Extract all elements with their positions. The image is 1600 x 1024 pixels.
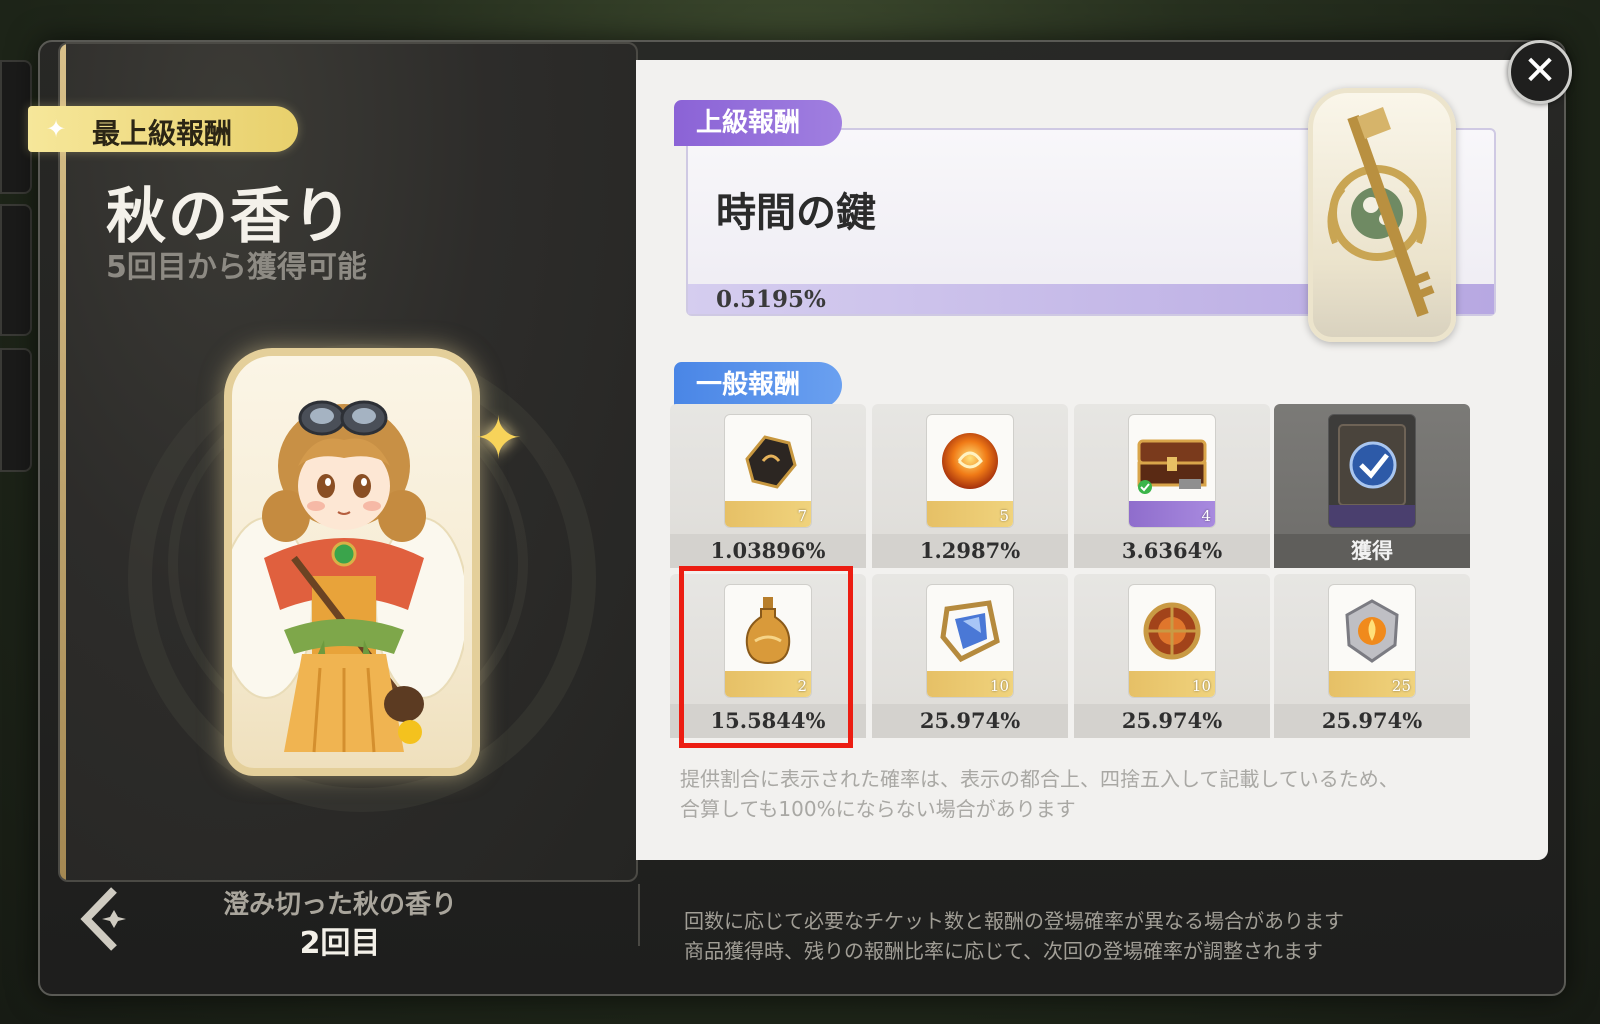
- blue-gem-cage-icon: [940, 600, 1000, 663]
- reward-percent: 25.974%: [872, 704, 1068, 738]
- reward-card: 10: [1128, 584, 1216, 698]
- reward-tile[interactable]: 5 1.2987%: [872, 404, 1068, 568]
- fire-orb-icon: [942, 433, 998, 489]
- reward-subtitle: 5回目から獲得可能: [106, 250, 367, 285]
- reward-tile[interactable]: 4 3.6364%: [1074, 404, 1270, 568]
- reward-qty: 5: [999, 507, 1009, 525]
- reward-card: 10: [926, 584, 1014, 698]
- reward-card: 5: [926, 414, 1014, 528]
- fire-crest-icon: [1345, 599, 1399, 663]
- tier-badge-label: 最上級報酬: [92, 117, 233, 150]
- reward-tile[interactable]: 25 25.974%: [1274, 574, 1470, 738]
- general-section-label: 一般報酬: [674, 362, 842, 408]
- character-card: [224, 348, 480, 776]
- reward-percent: 1.03896%: [670, 534, 866, 568]
- reward-qty: 7: [797, 507, 807, 525]
- disclaimer-line: 合算しても100%にならない場合があります: [680, 797, 1076, 821]
- reward-card: 7: [724, 414, 812, 528]
- reward-card: 4: [1128, 414, 1216, 528]
- reward-percent: 1.2987%: [872, 534, 1068, 568]
- reward-tile[interactable]: 10 25.974%: [872, 574, 1068, 738]
- background-left-ui: [0, 60, 32, 480]
- probability-note-line: 回数に応じて必要なチケット数と報酬の登場確率が異なる場合があります: [684, 909, 1344, 933]
- golden-key-icon: [1327, 107, 1435, 317]
- probability-note: 回数に応じて必要なチケット数と報酬の登場確率が異なる場合があります 商品獲得時、…: [684, 906, 1344, 966]
- nav-divider: [638, 884, 640, 946]
- step-item-name: 澄み切った秋の香り: [222, 890, 457, 920]
- disclaimer-line: 提供割合に表示された確率は、表示の都合上、四捨五入して記載しているため、: [680, 767, 1399, 791]
- reward-qty: 10: [989, 677, 1009, 695]
- amber-orb-icon: [1143, 602, 1201, 660]
- character-illustration-icon: [232, 400, 464, 753]
- reward-percent: 25.974%: [1274, 704, 1470, 738]
- close-icon: ✕: [1523, 48, 1557, 94]
- probability-note-line: 商品獲得時、残りの報酬比率に応じて、次回の登場確率が調整されます: [684, 939, 1323, 963]
- checked-scroll-icon: [1329, 424, 1415, 527]
- close-button[interactable]: ✕: [1508, 40, 1572, 104]
- panel-gold-edge: [60, 44, 66, 880]
- sparkle-star-icon: ✦: [474, 404, 523, 472]
- sparkle-icon: ✦: [46, 115, 67, 143]
- rounding-disclaimer: 提供割合に表示された確率は、表示の都合上、四捨五入して記載しているため、 合算し…: [680, 764, 1399, 824]
- reward-tile[interactable]: 7 1.03896%: [670, 404, 866, 568]
- reward-percent: 獲得: [1274, 534, 1470, 568]
- reward-card: [1328, 414, 1416, 528]
- reward-percent: 25.974%: [1074, 704, 1270, 738]
- premium-reward-name: 時間の鍵: [716, 190, 876, 236]
- reward-qty: 25: [1391, 677, 1411, 695]
- reward-tile-obtained[interactable]: 獲得: [1274, 404, 1470, 568]
- reward-tile[interactable]: 10 25.974%: [1074, 574, 1270, 738]
- treasure-chest-icon: [1137, 439, 1207, 494]
- highlight-box: [679, 566, 853, 748]
- reward-card: 25: [1328, 584, 1416, 698]
- premium-section-label: 上級報酬: [674, 100, 842, 146]
- back-arrow-icon[interactable]: [80, 886, 132, 952]
- reward-qty: 10: [1191, 677, 1211, 695]
- time-key-card[interactable]: [1308, 88, 1456, 342]
- step-count: 2回目: [299, 926, 381, 961]
- premium-reward-percent: 0.5195%: [716, 286, 826, 313]
- reward-percent: 3.6364%: [1074, 534, 1270, 568]
- reward-qty: 4: [1201, 507, 1211, 525]
- dark-crystal-icon: [745, 435, 797, 489]
- tier-badge: ✦ 最上級報酬: [28, 106, 298, 152]
